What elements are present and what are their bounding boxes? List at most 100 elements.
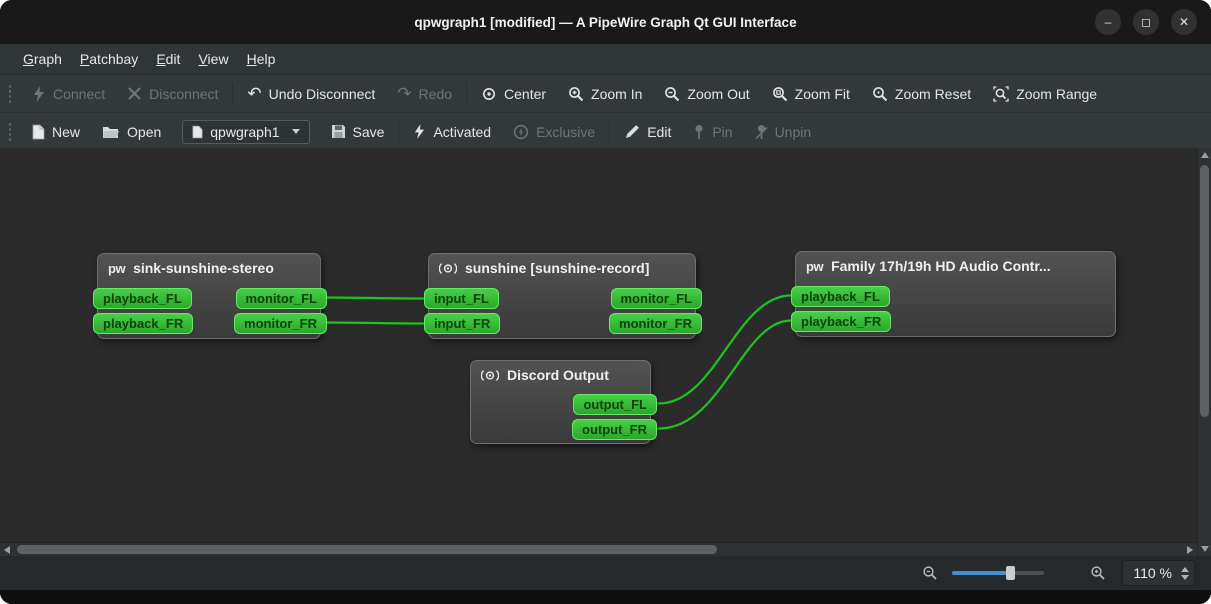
toolbar-separator bbox=[466, 82, 468, 105]
open-folder-icon bbox=[103, 126, 120, 138]
zoom-slider[interactable] bbox=[952, 566, 1045, 580]
activated-button[interactable]: Activated bbox=[402, 113, 502, 150]
zoom-value: 110 % bbox=[1133, 565, 1172, 581]
zoom-slider-fill bbox=[952, 571, 1011, 575]
scroll-left-arrow[interactable] bbox=[4, 546, 10, 554]
node-hd-audio-controller[interactable]: pw Family 17h/19h HD Audio Contr... play… bbox=[791, 251, 1116, 337]
edit-button[interactable]: Edit bbox=[613, 113, 682, 150]
new-file-icon bbox=[32, 124, 45, 139]
title-bar[interactable]: qpwgraph1 [modified] — A PipeWire Graph … bbox=[0, 0, 1211, 44]
speaker-icon bbox=[439, 262, 457, 274]
zoom-in-small-icon[interactable] bbox=[1090, 565, 1106, 581]
activated-icon bbox=[415, 124, 425, 139]
scroll-up-arrow[interactable] bbox=[1201, 152, 1209, 158]
menu-edit[interactable]: Edit bbox=[147, 47, 189, 71]
zoom-spin-up[interactable] bbox=[1181, 566, 1189, 572]
minimize-button[interactable]: – bbox=[1095, 9, 1121, 35]
toolbar-drag-handle[interactable] bbox=[7, 120, 13, 143]
node-title: sunshine [sunshine-record] bbox=[465, 260, 650, 276]
port-monitor-fl[interactable]: monitor_FL bbox=[610, 288, 702, 309]
undo-icon: ↶ bbox=[247, 83, 262, 103]
vertical-scrollbar[interactable] bbox=[1197, 148, 1211, 556]
port-monitor-fr[interactable]: monitor_FR bbox=[609, 313, 702, 334]
connect-icon bbox=[34, 85, 44, 102]
zoom-slider-thumb[interactable] bbox=[1006, 566, 1016, 580]
pin-icon bbox=[695, 124, 703, 139]
disconnect-icon bbox=[128, 87, 141, 100]
status-bar: 110 % bbox=[0, 556, 1211, 590]
port-monitor-fr[interactable]: monitor_FR bbox=[234, 313, 327, 334]
redo-icon: ↷ bbox=[397, 83, 412, 103]
toolbar-separator bbox=[609, 120, 611, 143]
zoom-out-button[interactable]: Zoom Out bbox=[653, 75, 760, 112]
zoom-fit-button[interactable]: Zoom Fit bbox=[761, 75, 861, 112]
unpin-button: Unpin bbox=[744, 113, 823, 150]
connection-monitor-fr-input-fr[interactable] bbox=[323, 321, 425, 325]
session-combo-value: qpwgraph1 bbox=[210, 123, 280, 140]
scroll-right-arrow[interactable] bbox=[1187, 546, 1193, 554]
chevron-down-icon bbox=[291, 129, 300, 134]
zoom-out-icon bbox=[665, 86, 680, 101]
open-button[interactable]: Open bbox=[91, 113, 172, 150]
zoom-reset-button[interactable]: Zoom Reset bbox=[861, 75, 982, 112]
horizontal-scrollbar-thumb[interactable] bbox=[17, 545, 717, 554]
zoom-fit-icon bbox=[772, 86, 787, 101]
save-button[interactable]: Save bbox=[320, 113, 396, 150]
menu-help[interactable]: Help bbox=[238, 47, 285, 71]
node-sink-sunshine-stereo[interactable]: pw sink-sunshine-stereo playback_FL play… bbox=[93, 253, 327, 339]
menu-patchbay[interactable]: Patchbay bbox=[71, 47, 147, 71]
port-output-fl[interactable]: output_FL bbox=[573, 394, 657, 415]
zoom-range-icon bbox=[993, 85, 1009, 102]
undo-disconnect-button[interactable]: ↶ Undo Disconnect bbox=[236, 75, 386, 112]
vertical-scrollbar-thumb[interactable] bbox=[1200, 165, 1209, 417]
toolbar-drag-handle[interactable] bbox=[7, 82, 13, 105]
connections-layer bbox=[323, 294, 793, 430]
zoom-out-small-icon[interactable] bbox=[922, 565, 938, 581]
node-title: sink-sunshine-stereo bbox=[133, 260, 274, 276]
toolbar-separator bbox=[232, 82, 234, 105]
zoom-spinbox[interactable]: 110 % bbox=[1122, 560, 1195, 586]
port-input-fr[interactable]: input_FR bbox=[424, 313, 501, 334]
disconnect-button: Disconnect bbox=[116, 75, 229, 112]
connect-button: Connect bbox=[21, 75, 116, 112]
port-output-fr[interactable]: output_FR bbox=[572, 419, 657, 440]
save-icon bbox=[331, 125, 345, 138]
pin-button: Pin bbox=[682, 113, 743, 150]
node-sunshine-record[interactable]: sunshine [sunshine-record] input_FL inpu… bbox=[424, 253, 702, 339]
node-discord-output[interactable]: Discord Output output_FL output_FR bbox=[470, 360, 657, 444]
graph-canvas[interactable]: pw sink-sunshine-stereo playback_FL play… bbox=[0, 148, 1211, 556]
session-toolbar: New Open qpwgraph1 Save Activated Exclus… bbox=[0, 113, 1211, 151]
zoom-in-icon bbox=[569, 86, 584, 101]
toolbar-separator bbox=[398, 120, 400, 143]
maximize-button[interactable]: ◻ bbox=[1133, 9, 1159, 35]
edit-pencil-icon bbox=[626, 124, 639, 138]
zoom-in-button[interactable]: Zoom In bbox=[557, 75, 653, 112]
pipewire-icon: pw bbox=[108, 260, 126, 276]
menu-bar: Graph Patchbay Edit View Help bbox=[0, 44, 1211, 75]
horizontal-scrollbar[interactable] bbox=[0, 542, 1197, 556]
port-playback-fl[interactable]: playback_FL bbox=[791, 286, 890, 307]
speaker-icon bbox=[481, 369, 499, 381]
port-monitor-fl[interactable]: monitor_FL bbox=[235, 288, 327, 309]
redo-button: ↷ Redo bbox=[397, 83, 453, 103]
node-title: Family 17h/19h HD Audio Contr... bbox=[831, 258, 1051, 274]
center-button[interactable]: Center bbox=[470, 75, 557, 112]
pipewire-icon: pw bbox=[806, 258, 824, 274]
graph-toolbar: Connect Disconnect ↶ Undo Disconnect ↷ R… bbox=[0, 75, 1211, 113]
new-button[interactable]: New bbox=[21, 113, 91, 150]
scroll-down-arrow[interactable] bbox=[1201, 546, 1209, 552]
zoom-spin-down[interactable] bbox=[1181, 574, 1189, 580]
port-playback-fr[interactable]: playback_FR bbox=[93, 313, 194, 334]
menu-view[interactable]: View bbox=[189, 47, 237, 71]
node-title: Discord Output bbox=[507, 367, 609, 383]
session-combo[interactable]: qpwgraph1 bbox=[182, 119, 310, 144]
menu-graph[interactable]: Graph bbox=[14, 47, 71, 71]
window-title: qpwgraph1 [modified] — A PipeWire Graph … bbox=[414, 14, 797, 30]
connection-monitor-fl-input-fl[interactable] bbox=[323, 296, 425, 300]
port-playback-fl[interactable]: playback_FL bbox=[93, 288, 192, 309]
zoom-reset-icon bbox=[872, 86, 888, 101]
port-input-fl[interactable]: input_FL bbox=[424, 288, 499, 309]
port-playback-fr[interactable]: playback_FR bbox=[791, 311, 892, 332]
zoom-range-button[interactable]: Zoom Range bbox=[982, 75, 1108, 112]
close-button[interactable]: ✕ bbox=[1171, 9, 1197, 35]
